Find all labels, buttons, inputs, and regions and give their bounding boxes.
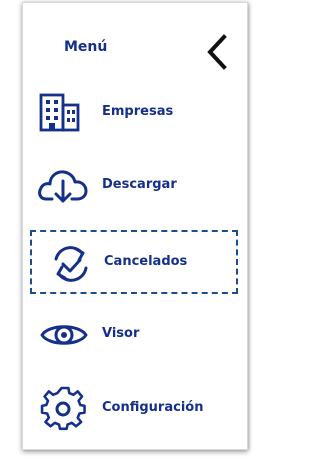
nav-item-empresas[interactable]: Empresas <box>38 90 238 136</box>
gear-icon <box>38 386 90 432</box>
cloud-download-icon <box>38 163 90 209</box>
nav-item-cancelados[interactable]: Cancelados <box>30 230 238 294</box>
chevron-left-icon <box>207 34 227 70</box>
nav-item-label: Cancelados <box>104 254 188 269</box>
nav-item-visor[interactable]: Visor <box>38 312 238 358</box>
eye-icon <box>38 312 90 358</box>
back-button[interactable] <box>205 34 231 70</box>
nav-item-configuracion[interactable]: Configuración <box>38 386 238 432</box>
nav-item-label: Configuración <box>102 400 204 415</box>
nav-item-descargar[interactable]: Descargar <box>38 163 238 209</box>
nav-item-label: Visor <box>102 326 140 341</box>
nav-item-label: Descargar <box>102 177 177 192</box>
sync-check-icon <box>46 241 98 287</box>
building-icon <box>38 90 90 136</box>
nav-item-label: Empresas <box>102 104 174 119</box>
menu-title: Menú <box>64 39 108 55</box>
